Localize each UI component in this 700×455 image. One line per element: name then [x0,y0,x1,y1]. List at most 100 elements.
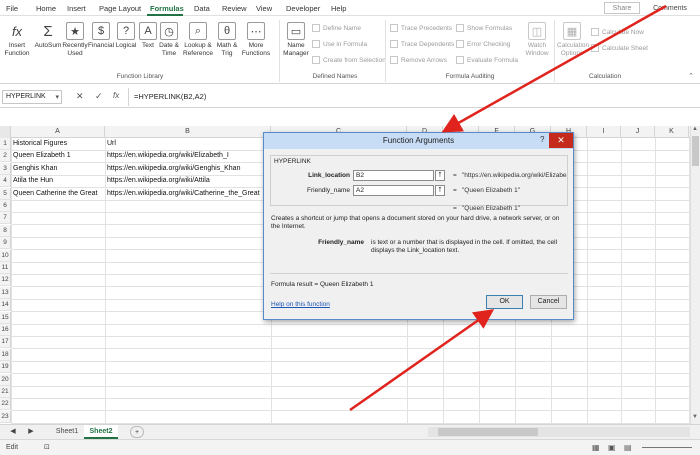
row-header[interactable]: 7 [0,212,11,225]
page-break-view-icon[interactable]: ▤ [624,443,632,452]
tab-page-layout[interactable]: Page Layout [99,4,141,13]
calculation-options-button[interactable]: ▦ Calculation Options [557,22,589,58]
tab-home[interactable]: Home [36,4,56,13]
more-functions-button[interactable]: ⋯ More Functions [241,22,271,58]
row-header[interactable]: 11 [0,262,11,274]
show-formulas-button[interactable]: Show Formulas [456,24,512,32]
column-header[interactable]: K [655,126,689,138]
row-header[interactable]: 16 [0,324,11,336]
cell-a[interactable]: Queen Elizabeth 1 [11,150,105,162]
row-header[interactable]: 3 [0,162,11,175]
remove-arrows-button[interactable]: Remove Arrows [390,56,447,64]
row-header[interactable]: 14 [0,299,11,312]
comments-button[interactable]: Comments [646,2,694,14]
row-header[interactable]: 1 [0,138,11,150]
tab-file[interactable]: File [6,4,18,13]
cell-b[interactable]: https://en.wikipedia.org/wiki/Elizabeth_… [105,150,265,162]
financial-button[interactable]: $ Financial [88,22,114,50]
cell-a[interactable]: Queen Catherine the Great [11,188,105,200]
ok-button[interactable]: OK [486,295,523,309]
row-header[interactable]: 22 [0,398,11,411]
cell-b[interactable]: https://en.wikipedia.org/wiki/Genghis_Kh… [105,163,265,175]
watch-window-button[interactable]: ◫ Watch Window [524,22,550,58]
row-header[interactable]: 19 [0,361,11,374]
lookup-reference-button[interactable]: ⌕ Lookup & Reference [182,22,214,58]
add-sheet-button[interactable]: + [130,426,144,438]
friendly-name-input[interactable]: A2 [353,185,434,196]
normal-view-icon[interactable]: ▦ [592,443,600,452]
name-manager-button[interactable]: ▭ Name Manager [283,22,309,58]
row-header[interactable]: 18 [0,348,11,361]
cancel-icon[interactable]: ✕ [76,91,84,102]
page-layout-view-icon[interactable]: ▣ [608,443,616,452]
evaluate-formula-button[interactable]: Evaluate Formula [456,56,518,64]
insert-function-button[interactable]: fx Insert Function [4,22,30,58]
row-header[interactable]: 13 [0,286,11,299]
cancel-button[interactable]: Cancel [530,295,567,309]
row-header[interactable]: 9 [0,237,11,250]
use-in-formula-button[interactable]: Use in Formula [312,40,367,48]
row-header[interactable]: 6 [0,200,11,212]
next-sheet-icon[interactable]: ▶ [26,425,36,439]
trace-precedents-button[interactable]: Trace Precedents [390,24,452,32]
column-header[interactable]: J [621,126,655,138]
vertical-scrollbar[interactable]: ▲ ▼ [690,126,700,424]
cell-a[interactable]: Atila the Hun [11,175,105,187]
create-from-selection-button[interactable]: Create from Selection [312,56,386,64]
logical-button[interactable]: ? Logical [115,22,137,50]
row-header[interactable]: 12 [0,274,11,287]
name-box[interactable]: HYPERLINK [2,90,62,104]
column-header[interactable]: B [105,126,271,138]
cell-a[interactable]: Historical Figures [11,138,105,150]
tab-review[interactable]: Review [222,4,247,13]
row-header[interactable]: 21 [0,386,11,398]
link-location-input[interactable]: B2 [353,170,434,181]
sheet-tab-sheet1[interactable]: Sheet1 [52,425,82,439]
collapse-dialog-button[interactable]: ⭡ [435,185,445,196]
horizontal-scrollbar[interactable] [428,427,690,437]
trace-dependents-button[interactable]: Trace Dependents [390,40,454,48]
scroll-down-icon[interactable]: ▼ [692,414,698,420]
horizontal-scroll-thumb[interactable] [438,428,538,436]
help-icon[interactable]: ? [540,135,544,144]
accessibility-icon[interactable]: ⊡ [44,443,50,451]
cell-b[interactable]: https://en.wikipedia.org/wiki/Catherine_… [105,188,265,200]
row-header[interactable]: 10 [0,249,11,262]
cell-a[interactable]: Genghis Khan [11,163,105,175]
share-button[interactable]: Share [604,2,640,14]
row-header[interactable]: 20 [0,373,11,386]
column-header[interactable]: A [11,126,105,138]
scroll-up-icon[interactable]: ▲ [692,126,698,132]
row-header[interactable]: 8 [0,224,11,237]
text-button[interactable]: A Text [139,22,157,50]
help-on-this-function-link[interactable]: Help on this function [271,301,330,308]
calculate-now-button[interactable]: Calculate Now [591,28,644,36]
dialog-title[interactable]: Function Arguments [264,133,573,149]
close-icon[interactable]: ✕ [549,133,573,148]
collapse-ribbon-icon[interactable]: ⌃ [688,72,694,80]
row-header[interactable]: 23 [0,410,11,423]
cell-b[interactable]: https://en.wikipedia.org/wiki/Attila [105,175,265,187]
vertical-scroll-thumb[interactable] [692,136,699,166]
row-header[interactable]: 17 [0,336,11,349]
prev-sheet-icon[interactable]: ◀ [8,425,18,439]
tab-view[interactable]: View [256,4,272,13]
collapse-dialog-button[interactable]: ⭡ [435,170,445,181]
zoom-slider[interactable] [642,447,692,448]
autosum-button[interactable]: Σ AutoSum [34,22,62,50]
error-checking-button[interactable]: Error Checking [456,40,510,48]
sheet-tab-sheet2[interactable]: Sheet2 [84,425,118,439]
column-header[interactable]: I [587,126,621,138]
date-time-button[interactable]: ◷ Date & Time [158,22,180,58]
insert-function-icon[interactable]: fx [113,91,119,100]
calculate-sheet-button[interactable]: Calculate Sheet [591,44,648,52]
tab-help[interactable]: Help [331,4,346,13]
tab-insert[interactable]: Insert [67,4,86,13]
cell-b[interactable]: Url [105,138,265,150]
select-all-corner[interactable] [0,126,11,138]
tab-data[interactable]: Data [194,4,210,13]
formula-input[interactable]: =HYPERLINK(B2,A2) [134,92,206,101]
row-header[interactable]: 5 [0,187,11,200]
recently-used-button[interactable]: ★ Recently Used [62,22,88,58]
row-header[interactable]: 2 [0,150,11,163]
